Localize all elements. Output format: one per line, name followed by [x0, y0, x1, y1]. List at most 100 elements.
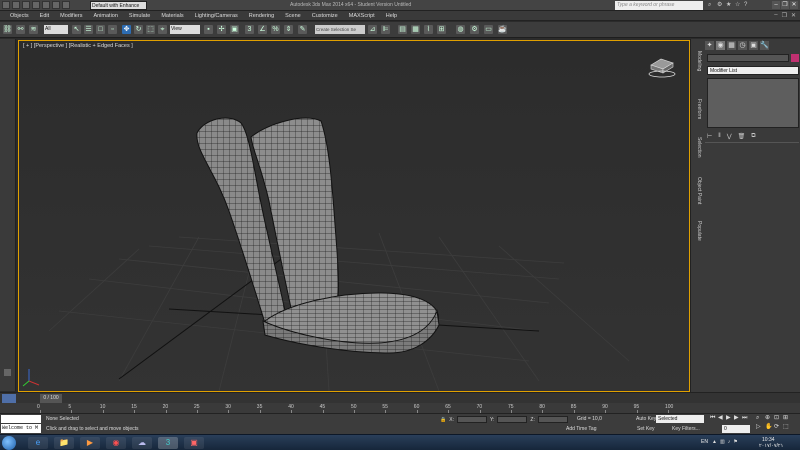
zoom-icon[interactable]: ⌕	[756, 415, 763, 422]
play-icon[interactable]: ▶	[726, 415, 732, 422]
close-button[interactable]: ✕	[790, 1, 798, 9]
taskbar-explorer-icon[interactable]: 📁	[54, 437, 74, 449]
time-slider[interactable]: 0 / 100	[0, 392, 800, 403]
modify-tab-icon[interactable]: ◉	[716, 41, 725, 50]
maximize-button[interactable]: ❐	[781, 1, 789, 9]
display-tab-icon[interactable]: ▣	[749, 41, 758, 50]
pivot-center-icon[interactable]: ▪	[204, 25, 213, 34]
utilities-tab-icon[interactable]: 🔧	[760, 41, 769, 50]
menu-rendering[interactable]: Rendering	[249, 13, 274, 19]
new-file-button[interactable]	[12, 1, 20, 9]
align-icon[interactable]: ⊫	[381, 25, 390, 34]
show-end-result-icon[interactable]: ‖	[718, 133, 720, 140]
select-object-icon[interactable]: ↖	[72, 25, 81, 34]
motion-tab-icon[interactable]: ◷	[738, 41, 747, 50]
create-tab-icon[interactable]: ✦	[705, 41, 714, 50]
remove-modifier-icon[interactable]: 🗑	[738, 133, 746, 140]
reference-coordinate-dropdown[interactable]: View	[170, 25, 200, 34]
material-editor-icon[interactable]: ◍	[456, 25, 465, 34]
select-and-move-icon[interactable]: ✥	[122, 25, 131, 34]
rectangular-selection-icon[interactable]: □	[96, 25, 105, 34]
workspace-dropdown[interactable]: Default with Enhance	[90, 1, 147, 10]
maxscript-listener-input[interactable]: Welcome to M	[1, 424, 41, 433]
render-production-icon[interactable]: ☕	[498, 25, 507, 34]
field-of-view-icon[interactable]: ▷	[756, 424, 763, 431]
configure-sets-icon[interactable]: ⧉	[751, 133, 755, 140]
hierarchy-tab-icon[interactable]: ▦	[727, 41, 736, 50]
menu-lighting-cameras[interactable]: Lighting/Cameras	[195, 13, 238, 19]
named-selection-dropdown[interactable]: Create Selection Se	[315, 25, 365, 34]
next-frame-icon[interactable]: ▶	[734, 415, 740, 422]
angle-snap-icon[interactable]: ∠	[258, 25, 267, 34]
snaps-toggle-icon[interactable]: 3	[245, 25, 254, 34]
menu-modifiers[interactable]: Modifiers	[60, 13, 82, 19]
volume-icon[interactable]: ♪	[728, 439, 731, 445]
current-frame-field[interactable]: 0	[722, 425, 750, 433]
bind-space-warp-icon[interactable]: ≋	[29, 25, 38, 34]
perspective-viewport[interactable]: [ + ] [Perspective ] [Realistic + Edged …	[18, 40, 690, 392]
pin-stack-icon[interactable]: ⊢	[707, 133, 712, 140]
lock-selection-icon[interactable]: 🔒	[440, 417, 446, 423]
tray-arrow-icon[interactable]: ▲	[712, 439, 717, 445]
make-unique-icon[interactable]: ⋁	[727, 133, 732, 140]
minimize-button[interactable]: –	[772, 1, 780, 9]
select-and-manipulate-icon[interactable]: ✢	[217, 25, 226, 34]
select-and-rotate-icon[interactable]: ↻	[134, 25, 143, 34]
start-button[interactable]	[2, 436, 16, 450]
communication-icon[interactable]: ★	[726, 1, 732, 9]
menu-customize[interactable]: Customize	[312, 13, 338, 19]
subscription-icon[interactable]: ⚙	[717, 1, 723, 9]
taskbar-3dsmax-icon[interactable]: 3	[158, 437, 178, 449]
object-color-swatch[interactable]	[791, 54, 799, 62]
key-mode-dropdown[interactable]: Selected	[656, 415, 704, 423]
keyboard-shortcut-override-icon[interactable]: ▣	[230, 25, 239, 34]
viewport-layout-icon[interactable]	[4, 369, 11, 376]
x-coordinate-field[interactable]	[456, 416, 487, 423]
menu-scene[interactable]: Scene	[285, 13, 301, 19]
flag-icon[interactable]: ⚑	[733, 439, 737, 445]
tab-modeling[interactable]: Modeling	[692, 51, 702, 71]
unlink-icon[interactable]: ⚯	[16, 25, 25, 34]
time-slider-handle[interactable]: 0 / 100	[40, 394, 62, 403]
menu-minimize-icon[interactable]: –	[774, 12, 777, 19]
orbit-icon[interactable]: ⟳	[774, 424, 781, 431]
search-input[interactable]: Type a keyword or phrase	[615, 1, 703, 10]
taskbar-chrome-icon[interactable]: ◉	[106, 437, 126, 449]
help-icon[interactable]: ?	[744, 1, 750, 9]
z-coordinate-field[interactable]	[537, 416, 568, 423]
undo-button[interactable]	[42, 1, 50, 9]
modifier-list-dropdown[interactable]: Modifier List	[707, 66, 799, 75]
search-icon[interactable]: ⌕	[708, 1, 714, 9]
clock-date[interactable]: ۲۰۱۷/۰۷/۲۱	[759, 443, 783, 449]
open-file-button[interactable]	[22, 1, 30, 9]
auto-key-button[interactable]: Auto Key	[636, 416, 656, 422]
render-setup-icon[interactable]: ⚙	[470, 25, 479, 34]
select-and-place-icon[interactable]: ⌖	[158, 25, 167, 34]
menu-simulate[interactable]: Simulate	[129, 13, 150, 19]
curve-editor-icon[interactable]: ⌇	[424, 25, 433, 34]
mirror-icon[interactable]: ⊿	[368, 25, 377, 34]
taskbar-ie-icon[interactable]: e	[28, 437, 48, 449]
y-coordinate-field[interactable]	[497, 416, 528, 423]
schematic-view-icon[interactable]: ⊞	[437, 25, 446, 34]
previous-frame-icon[interactable]: ◀	[718, 415, 724, 422]
modifier-stack[interactable]	[707, 78, 799, 128]
network-icon[interactable]: ▥	[720, 439, 725, 445]
menu-close-icon[interactable]: ✕	[791, 12, 796, 19]
maximize-viewport-icon[interactable]: ⬚	[783, 424, 790, 431]
rendered-frame-window-icon[interactable]: ▭	[484, 25, 493, 34]
key-filters-button[interactable]: Key Filters...	[672, 426, 700, 432]
select-by-name-icon[interactable]: ☰	[84, 25, 93, 34]
menu-edit[interactable]: Edit	[40, 13, 49, 19]
edit-named-selection-icon[interactable]: ✎	[298, 25, 307, 34]
taskbar-powerpoint-icon[interactable]: ▣	[184, 437, 204, 449]
graphite-ribbon-icon[interactable]: ▦	[411, 25, 420, 34]
spinner-snap-icon[interactable]: ⇕	[284, 25, 293, 34]
menu-objects[interactable]: Objects	[10, 13, 29, 19]
menu-materials[interactable]: Materials	[161, 13, 183, 19]
tab-object-paint[interactable]: Object Paint	[692, 177, 702, 204]
mini-curve-editor-icon[interactable]	[2, 394, 16, 403]
zoom-extents-all-icon[interactable]: ⊞	[783, 415, 790, 422]
go-to-end-icon[interactable]: ⏭	[742, 415, 748, 422]
taskbar-app-icon[interactable]: ☁	[132, 437, 152, 449]
